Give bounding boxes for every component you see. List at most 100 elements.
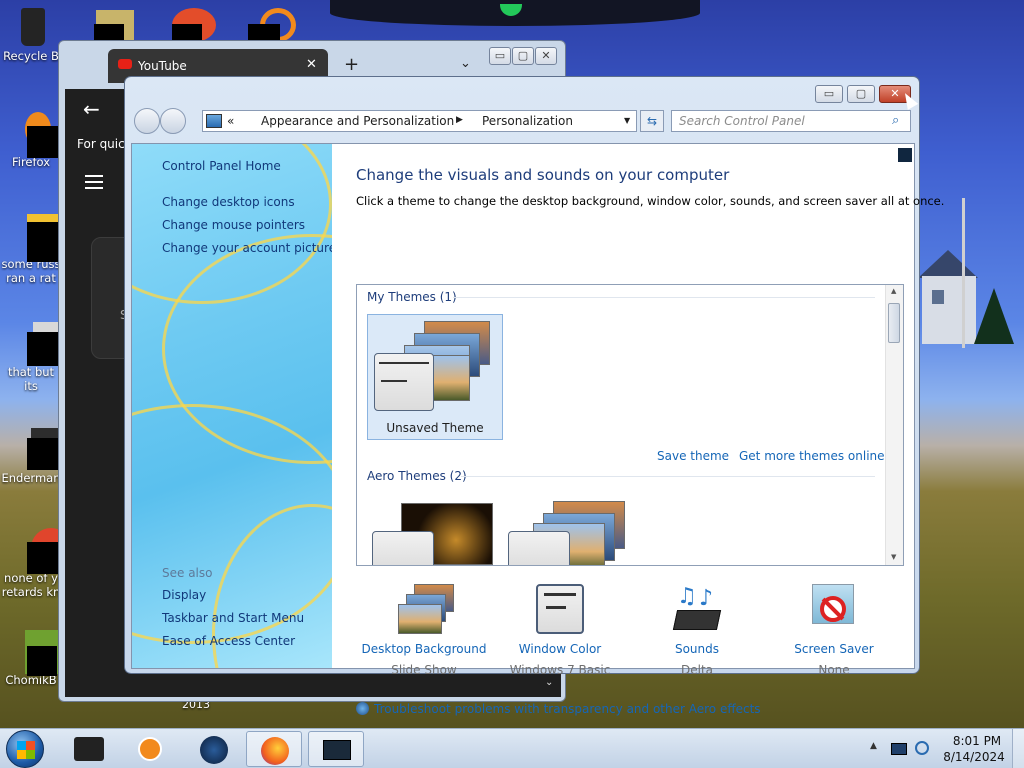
desktop-icon-file-2[interactable]: that but its: [0, 322, 67, 393]
screen-saver-button[interactable]: Screen Saver None: [764, 584, 904, 677]
hamburger-menu-icon[interactable]: [85, 175, 103, 189]
sounds-icon: ♫ ♪: [669, 584, 725, 636]
desktop-icon-label: Enderman: [1, 471, 61, 485]
breadcrumb-arrow-icon[interactable]: ▶: [456, 115, 463, 125]
aero-themes-divider: [461, 476, 875, 477]
desktop-wallpaper-tree: [974, 288, 1014, 344]
scroll-down-icon[interactable]: ▼: [891, 553, 896, 561]
breadcrumb-appearance[interactable]: Appearance and Personalization: [261, 114, 454, 128]
taskbar-app-firefox[interactable]: [246, 731, 302, 767]
show-hidden-icons[interactable]: ▲: [870, 741, 877, 751]
desktop-background-icon: [396, 584, 454, 636]
maximize-button[interactable]: ▢: [512, 47, 534, 65]
my-themes-divider: [453, 297, 875, 298]
troubleshoot-link[interactable]: Troubleshoot problems with transparency …: [374, 702, 761, 716]
sounds-value: Delta: [680, 663, 713, 677]
help-icon[interactable]: [898, 148, 912, 162]
breadcrumb-personalization[interactable]: Personalization: [482, 114, 573, 128]
save-theme-link[interactable]: Save theme: [657, 449, 729, 463]
recycle-bin-icon: [11, 6, 51, 46]
desktop-icon-file-5[interactable]: ChomikB: [0, 630, 69, 687]
screen-saver-label: Screen Saver: [794, 642, 874, 656]
desktop-icon-file-1[interactable]: some russ ran a rat: [0, 214, 69, 285]
scroll-thumb[interactable]: [888, 303, 900, 343]
scroll-up-icon[interactable]: ▲: [891, 287, 896, 295]
desktop-icon-label: Recycle B: [3, 49, 59, 63]
control-panel-window[interactable]: ▭ ▢ ✕ « Appearance and Personalization ▶…: [124, 76, 944, 716]
minimize-button[interactable]: ▭: [815, 85, 843, 103]
see-also-heading: See also: [162, 566, 213, 580]
desktop-icon-label: that but its: [7, 365, 55, 393]
window-color-icon: [532, 584, 588, 636]
aero-themes-heading: Aero Themes (2): [367, 469, 467, 483]
file-icon: [11, 214, 69, 262]
theme-unsaved[interactable]: Unsaved Theme: [367, 314, 503, 440]
my-themes-heading: My Themes (1): [367, 290, 457, 304]
file-icon: [11, 322, 67, 366]
start-button[interactable]: [6, 730, 44, 768]
theme-aero-windows7[interactable]: [369, 501, 499, 565]
search-input[interactable]: Search Control Panel ⌕: [671, 110, 911, 132]
clock-date[interactable]: 8/14/2024: [942, 750, 1006, 764]
get-more-themes-link[interactable]: Get more themes online: [739, 449, 885, 463]
desktop-icon-recycle-bin[interactable]: Recycle B: [0, 6, 62, 63]
search-icon[interactable]: ⌕: [892, 113, 899, 128]
refresh-button[interactable]: ⇆: [640, 110, 664, 132]
change-mouse-pointers-link[interactable]: Change mouse pointers: [162, 218, 305, 232]
breadcrumb-prefix[interactable]: «: [227, 114, 234, 128]
taskbar-app-1[interactable]: [62, 731, 118, 767]
forward-button[interactable]: [160, 108, 186, 134]
desktop-background-value: Slide Show: [391, 663, 457, 677]
desktop-background-label: Desktop Background: [361, 642, 487, 656]
chevron-down-icon[interactable]: ⌄: [545, 677, 553, 688]
taskbar-start-menu-link[interactable]: Taskbar and Start Menu: [162, 611, 304, 625]
change-account-picture-link[interactable]: Change your account picture: [162, 241, 332, 255]
file-icon: [11, 630, 69, 676]
tab-list-chevron-icon[interactable]: ⌄: [460, 56, 471, 71]
taskbar: ▲ 8:01 PM 8/14/2024: [0, 728, 1024, 768]
globe-icon: [200, 736, 228, 764]
sounds-button[interactable]: ♫ ♪ Sounds Delta: [627, 584, 767, 677]
theme-list: My Themes (1) Unsaved Theme Save theme G…: [356, 284, 904, 566]
desktop-icon-file-4[interactable]: none of y retards kn: [0, 528, 71, 599]
clock-time[interactable]: 8:01 PM: [952, 734, 1002, 748]
control-panel-home-link[interactable]: Control Panel Home: [162, 159, 281, 173]
taskbar-app-media[interactable]: [124, 731, 180, 767]
desktop-background-button[interactable]: Desktop Background Slide Show: [354, 584, 494, 677]
left-navigation-pane: Control Panel Home Change desktop icons …: [132, 144, 332, 668]
page-title: Change the visuals and sounds on your co…: [356, 166, 730, 184]
display-link[interactable]: Display: [162, 588, 206, 602]
tab-close-icon[interactable]: ✕: [306, 57, 317, 72]
media-player-icon: [138, 737, 162, 761]
screen-saver-value: None: [818, 663, 850, 677]
theme-name: Unsaved Theme: [386, 421, 484, 435]
window-color-value: Windows 7 Basic: [509, 663, 611, 677]
back-arrow-icon[interactable]: ←: [83, 97, 100, 121]
minimize-button[interactable]: ▭: [489, 47, 511, 65]
desktop-wallpaper-house: [918, 250, 978, 350]
window-color-button[interactable]: Window Color Windows 7 Basic: [490, 584, 630, 677]
file-icon: [11, 528, 71, 574]
desktop-icon-file-3[interactable]: Enderman: [0, 428, 71, 485]
tab-title: YouTube: [138, 59, 187, 73]
volume-icon[interactable]: [915, 741, 929, 755]
new-tab-button[interactable]: +: [344, 54, 359, 75]
theme-list-scrollbar[interactable]: ▲ ▼: [885, 285, 903, 565]
network-icon[interactable]: [891, 743, 907, 755]
address-dropdown-icon[interactable]: ▼: [624, 116, 630, 125]
address-bar[interactable]: « Appearance and Personalization ▶ Perso…: [202, 110, 637, 132]
page-subtitle: Click a theme to change the desktop back…: [356, 194, 945, 208]
maximize-button[interactable]: ▢: [847, 85, 875, 103]
taskbar-app-control-panel[interactable]: [308, 731, 364, 767]
close-button[interactable]: ✕: [535, 47, 557, 65]
ease-of-access-link[interactable]: Ease of Access Center: [162, 634, 295, 648]
desktop-icon-firefox[interactable]: Firefox: [0, 112, 62, 169]
change-desktop-icons-link[interactable]: Change desktop icons: [162, 195, 295, 209]
theme-aero-landscapes[interactable]: [505, 501, 635, 565]
show-desktop-button[interactable]: [1012, 729, 1024, 768]
taskbar-app-3[interactable]: [186, 731, 242, 767]
back-button[interactable]: [134, 108, 160, 134]
troubleshoot-link-row[interactable]: Troubleshoot problems with transparency …: [356, 702, 761, 716]
firefox-icon: [261, 737, 289, 765]
file-icon: [11, 428, 71, 470]
